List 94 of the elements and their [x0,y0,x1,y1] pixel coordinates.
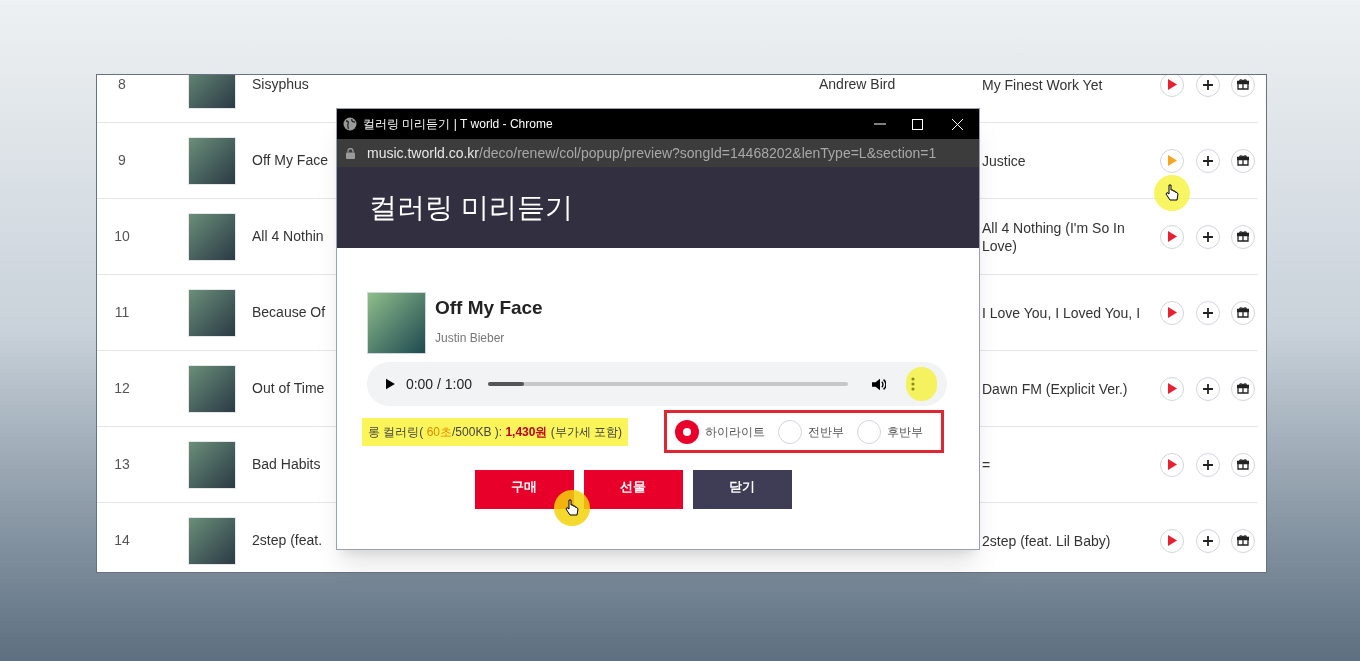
rank-number: 9 [118,152,126,168]
play-button[interactable] [1160,452,1184,477]
rank-number: 10 [114,228,130,244]
artist-name: Andrew Bird [819,76,896,92]
song-title: Off My Face [435,296,543,320]
gift-icon [1237,383,1249,394]
play-button[interactable] [1160,376,1184,401]
plus-icon [1203,383,1213,394]
album-cover-placeholder [188,288,236,337]
action-button[interactable]: 선물 [583,470,683,509]
play-icon [1167,383,1177,394]
play-button[interactable] [1160,528,1184,553]
plus-icon [1203,459,1213,470]
album-cover-placeholder [188,212,236,261]
section-radio[interactable]: 전반부 [778,419,845,444]
lock-icon [346,147,355,159]
album-cover-placeholder [188,516,236,565]
plus-icon [1203,307,1213,318]
gift-icon [1237,535,1249,546]
play-icon [1167,307,1177,318]
play-button[interactable] [1160,300,1184,325]
play-icon [1167,231,1177,242]
album-cover-placeholder [188,364,236,413]
playback-time: 0:00 / 1:00 [405,374,473,394]
song-title[interactable]: Because Of [252,304,326,320]
pointer-hand-icon [565,499,579,517]
gift-button[interactable] [1231,148,1255,173]
song-title[interactable]: 2step (feat. [252,532,323,548]
maximize-icon[interactable] [912,118,923,130]
plus-icon [1203,535,1213,546]
globe-icon [343,117,357,131]
plus-icon [1203,79,1213,90]
album-cover-placeholder [188,440,236,489]
song-title[interactable]: Out of Time [252,380,325,396]
album-name: I Love You, I Loved You, I [982,304,1141,321]
url-text[interactable]: music.tworld.co.kr/deco/renew/col/popup/preview?songId=14468202&lenType=L&section=1 [367,142,937,164]
gift-icon [1237,79,1249,90]
play-icon [1167,535,1177,546]
rank-number: 13 [114,456,130,472]
album-name: My Finest Work Yet [982,76,1103,93]
plus-icon [1203,155,1213,166]
add-button[interactable] [1196,75,1220,97]
section-radio[interactable]: 하이라이트 [675,419,766,444]
pointer-hand-icon [1165,184,1179,202]
window-title: 컬러링 미리듣기 | T world - Chrome [363,116,554,133]
gift-icon [1237,459,1249,470]
play-icon [1167,79,1177,90]
price-info: 롱 컬러링( 60초/500KB ): 1,430원 (부가세 포함) [362,417,629,446]
rank-number: 8 [118,76,126,92]
gift-button[interactable] [1231,376,1255,401]
album-name: Dawn FM (Explicit Ver.) [982,380,1128,397]
close-icon[interactable] [952,118,963,130]
more-options-icon[interactable] [911,377,916,391]
album-cover-placeholder [188,75,236,109]
play-button[interactable] [1160,75,1184,97]
play-icon [1167,459,1177,470]
song-title[interactable]: Sisyphus [252,76,309,92]
artist-name: Justin Bieber [435,329,506,347]
rank-number: 12 [114,380,130,396]
album-cover-placeholder [367,292,426,354]
add-button[interactable] [1196,224,1220,249]
gift-button[interactable] [1231,224,1255,249]
gift-icon [1237,155,1249,166]
rank-number: 14 [114,532,130,548]
song-title[interactable]: Bad Habits [252,456,321,472]
play-button[interactable] [1160,224,1184,249]
gift-icon [1237,231,1249,242]
plus-icon [1203,231,1213,242]
album-name: Justice [982,152,1026,169]
play-icon[interactable] [386,378,395,390]
album-cover-placeholder [188,136,236,185]
add-button[interactable] [1196,528,1220,553]
add-button[interactable] [1196,148,1220,173]
add-button[interactable] [1196,452,1220,477]
section-radio[interactable]: 후반부 [857,419,924,444]
action-button[interactable]: 닫기 [692,470,792,509]
album-name: All 4 Nothing (I'm So In Love) [982,219,1125,254]
gift-button[interactable] [1231,528,1255,553]
album-name: 2step (feat. Lil Baby) [982,532,1111,549]
add-button[interactable] [1196,300,1220,325]
song-title[interactable]: All 4 Nothin [252,228,324,244]
song-title[interactable]: Off My Face [252,152,328,168]
rank-number: 11 [114,304,130,320]
gift-button[interactable] [1231,452,1255,477]
gift-icon [1237,307,1249,318]
popup-heading: 컬러링 미리듣기 [369,190,573,225]
add-button[interactable] [1196,376,1220,401]
play-icon [1167,155,1177,166]
action-button[interactable]: 구매 [474,470,574,509]
gift-button[interactable] [1231,300,1255,325]
progress-track[interactable] [488,382,849,386]
album-name: = [982,456,991,473]
gift-button[interactable] [1231,75,1255,97]
volume-icon[interactable] [872,376,887,392]
